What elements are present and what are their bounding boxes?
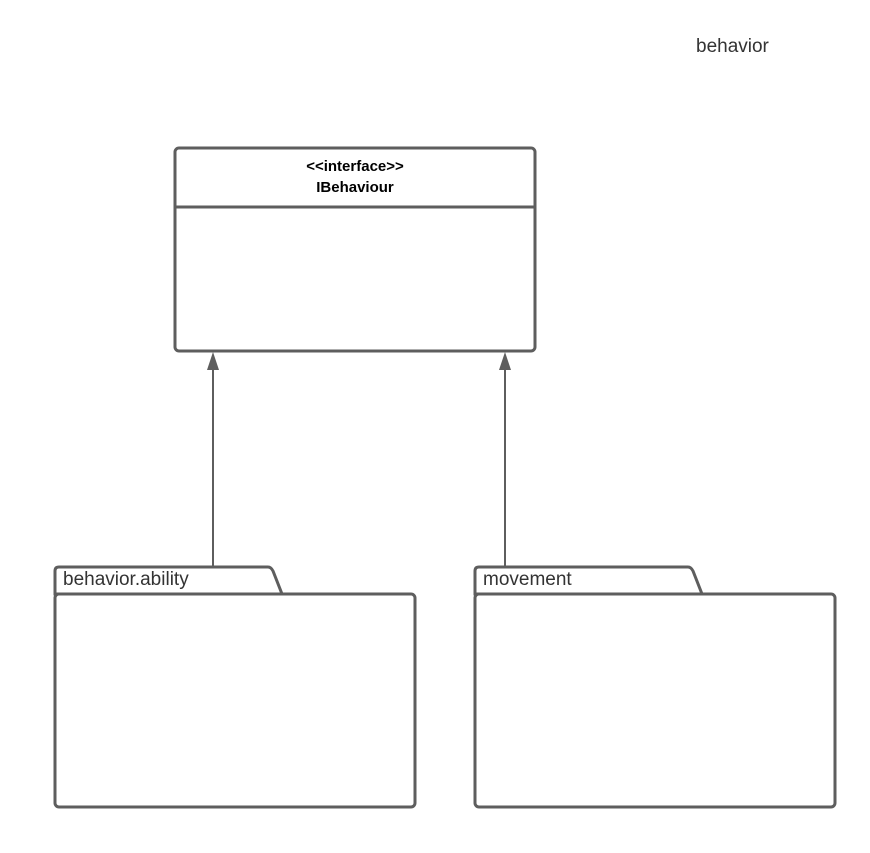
diagram-title: behavior: [696, 36, 770, 57]
arrowhead-icon: [207, 352, 219, 370]
relationship-movement-to-interface[interactable]: [499, 352, 511, 566]
package-body: [53, 592, 417, 809]
package-label: movement: [483, 569, 572, 590]
interface-stereotype: <<interface>>: [306, 158, 404, 175]
package-behavior-ability[interactable]: behavior.ability: [53, 565, 417, 809]
interface-name: IBehaviour: [316, 179, 394, 196]
relationship-ability-to-interface[interactable]: [207, 352, 219, 566]
arrowhead-icon: [499, 352, 511, 370]
package-label: behavior.ability: [63, 569, 189, 590]
uml-diagram: behavior <<interface>> IBehaviour behavi…: [53, 36, 837, 809]
package-body: [473, 592, 837, 809]
package-movement[interactable]: movement: [473, 565, 837, 809]
interface-class[interactable]: <<interface>> IBehaviour: [173, 146, 537, 353]
